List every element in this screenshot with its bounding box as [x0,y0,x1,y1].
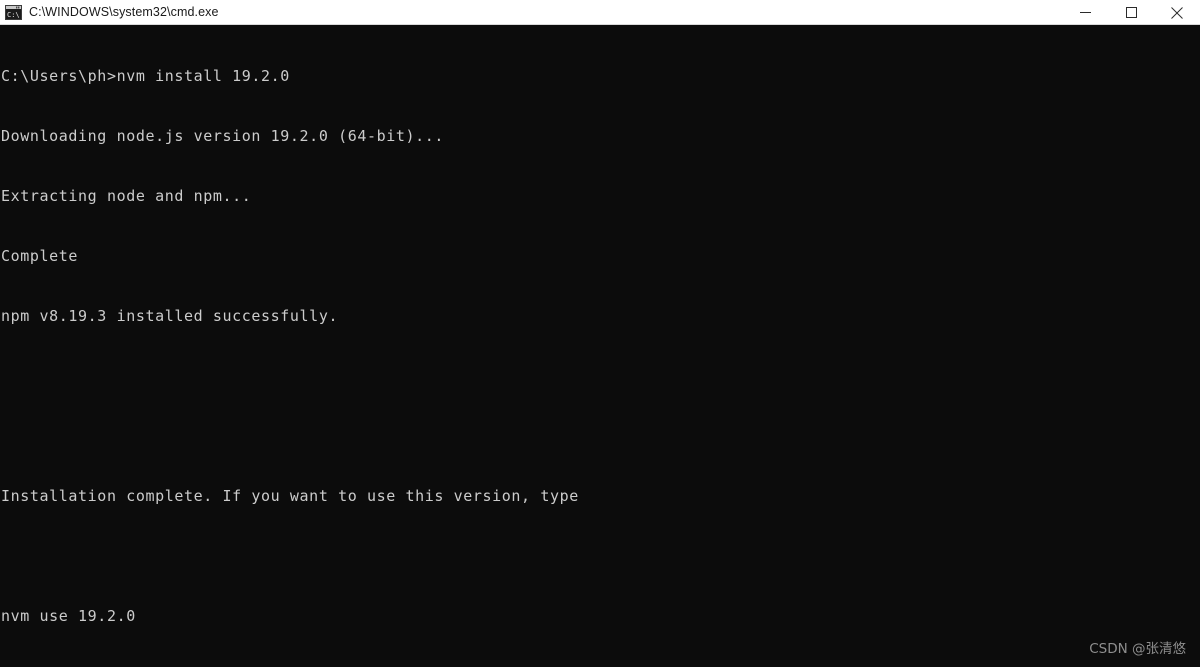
title-bar[interactable]: C:\ C:\WINDOWS\system32\cmd.exe [0,0,1200,25]
cmd-console-icon: C:\ [5,4,22,20]
minimize-button[interactable] [1062,0,1108,25]
svg-text:C:\: C:\ [7,11,20,19]
csdn-watermark: CSDN @张清悠 [1089,641,1186,657]
console-output: C:\Users\ph>nvm install 19.2.0 Downloadi… [1,26,1200,667]
console-line: Installation complete. If you want to us… [1,487,579,505]
console-line: Downloading node.js version 19.2.0 (64-b… [1,127,445,145]
cmd-window: C:\ C:\WINDOWS\system32\cmd.exe C:\Users… [0,0,1200,667]
console-line: Extracting node and npm... [1,187,252,205]
console-line: C:\Users\ph>nvm install 19.2.0 [1,67,290,85]
console-line: nvm use 19.2.0 [1,607,136,625]
window-title: C:\WINDOWS\system32\cmd.exe [29,5,219,19]
console-line: Complete [1,247,79,265]
maximize-button[interactable] [1108,0,1154,25]
console-line: npm v8.19.3 installed successfully. [1,307,339,325]
window-controls [1062,0,1200,25]
terminal-body[interactable]: C:\Users\ph>nvm install 19.2.0 Downloadi… [0,25,1200,667]
close-button[interactable] [1154,0,1200,25]
